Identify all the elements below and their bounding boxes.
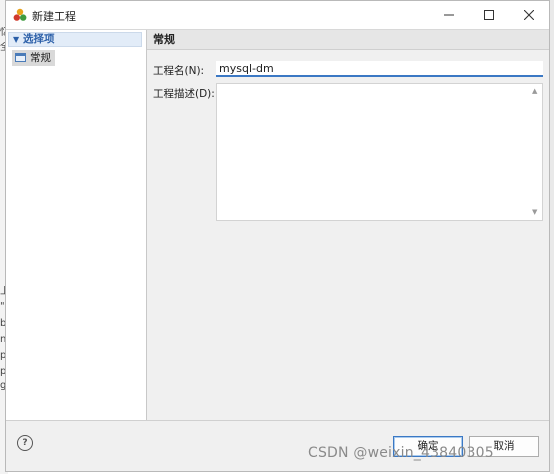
project-name-label: 工程名(N): (153, 65, 205, 77)
project-description-textarea[interactable] (216, 83, 543, 221)
chevron-down-icon[interactable]: ▼ (13, 33, 19, 46)
scroll-down-icon[interactable]: ▼ (532, 208, 545, 417)
maximize-button[interactable] (469, 1, 509, 29)
tree-root-options[interactable]: ▼ 选择项 (8, 32, 142, 47)
window-title: 新建工程 (32, 10, 76, 23)
project-name-input[interactable] (216, 61, 543, 77)
section-title: 常规 (147, 30, 549, 50)
maximize-icon (484, 10, 494, 20)
tree-item-general[interactable]: 常规 (12, 50, 55, 66)
options-tree: ▼ 选择项 常规 (6, 30, 147, 421)
general-settings-panel: 常规 工程名(N): 工程描述(D): ▲ ▼ (147, 30, 549, 421)
title-bar: 新建工程 (6, 1, 549, 29)
background-window-right (550, 0, 554, 474)
page-icon (15, 53, 26, 62)
help-icon[interactable]: ? (17, 435, 33, 451)
dialog-body: ▼ 选择项 常规 常规 工程名(N): 工程描述(D): ▲ ▼ (6, 29, 549, 421)
watermark: CSDN @weixin_43840305 (308, 445, 494, 461)
minimize-button[interactable] (429, 1, 469, 29)
minimize-icon (444, 14, 454, 16)
new-project-dialog: 新建工程 ▼ 选择项 常规 常规 工程名(N): 工程描述(D): (5, 0, 550, 472)
tree-item-label: 常规 (30, 52, 51, 64)
app-logo-icon (13, 8, 27, 21)
tree-root-label: 选择项 (23, 33, 55, 45)
close-icon (524, 10, 534, 20)
close-button[interactable] (509, 1, 549, 29)
scroll-up-icon[interactable]: ▲ (532, 87, 545, 95)
project-description-label: 工程描述(D): (153, 88, 215, 100)
